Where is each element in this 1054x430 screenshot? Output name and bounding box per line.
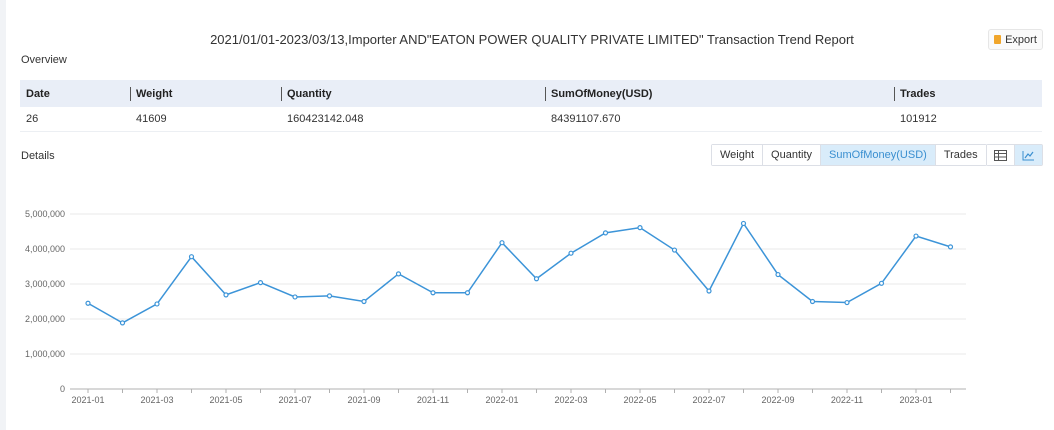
x-tick-label: 2022-07 (692, 395, 725, 405)
cell-sum-of-money: 84391107.670 (551, 113, 621, 125)
column-header-quantity: Quantity (281, 86, 545, 101)
export-icon (994, 35, 1002, 44)
cell-trades: 101912 (900, 113, 937, 125)
report-title: 2021/01/01-2023/03/13,Importer AND"EATON… (210, 32, 854, 47)
x-tick-label: 2022-05 (623, 395, 656, 405)
cell-weight: 41609 (136, 113, 167, 125)
sum-of-money-line-chart: 0 1,000,000 2,000,000 3,000,000 4,000,000 5,0… (25, 209, 966, 405)
y-tick-label: 5,000,000 (25, 209, 65, 219)
x-tick-label: 2021-09 (347, 395, 380, 405)
data-point (464, 290, 471, 296)
data-point (533, 276, 540, 282)
data-point (671, 247, 678, 253)
table-header-row: Date Weight Quantity SumOfMoney(USD) Tra… (20, 80, 1042, 107)
y-tick-label: 2,000,000 (25, 314, 65, 324)
cell-date: 26 (26, 113, 39, 125)
cell-quantity: 160423142.048 (287, 113, 364, 125)
x-tick-label: 2022-01 (485, 395, 518, 405)
table-row: 26 41609 160423142.048 84391107.670 1019… (20, 107, 1042, 132)
tab-trades[interactable]: Trades (934, 145, 986, 165)
data-point (223, 292, 229, 298)
x-tick-label: 2021-07 (278, 395, 311, 405)
data-point (637, 225, 643, 231)
data-point (326, 293, 333, 299)
data-point (154, 301, 160, 307)
data-point (499, 240, 505, 246)
details-label: Details (21, 150, 55, 162)
x-tick-label: 2021-11 (417, 395, 449, 405)
line-chart-view-button[interactable] (1014, 145, 1042, 165)
column-header-sum-of-money: SumOfMoney(USD) (545, 86, 894, 101)
x-tick-label: 2021-01 (71, 395, 104, 405)
data-point (395, 271, 402, 277)
view-toggle (986, 144, 1043, 166)
y-tick-label: 1,000,000 (25, 349, 65, 359)
x-tick-label: 2022-11 (831, 395, 863, 405)
x-tick-label: 2021-03 (140, 395, 173, 405)
data-point (913, 233, 919, 239)
table-view-icon (994, 149, 1007, 161)
data-point (947, 244, 954, 250)
column-header-weight: Weight (130, 86, 281, 101)
x-tick-label: 2022-09 (761, 395, 794, 405)
data-point (706, 288, 712, 294)
data-point (188, 254, 195, 260)
y-tick-label: 0 (60, 384, 65, 394)
metric-tabs: Weight Quantity SumOfMoney(USD) Trades (711, 144, 987, 166)
series-line (87, 221, 951, 324)
data-point (602, 230, 609, 236)
data-point (809, 298, 816, 305)
data-point (119, 320, 126, 326)
data-point (775, 271, 781, 278)
data-point (430, 290, 436, 296)
overview-table: Date Weight Quantity SumOfMoney(USD) Tra… (20, 80, 1042, 132)
column-header-trades: Trades (894, 86, 1042, 101)
export-button[interactable]: Export (988, 29, 1043, 50)
data-point (292, 294, 298, 300)
x-tick-label: 2021-05 (209, 395, 242, 405)
data-point (568, 250, 574, 256)
data-point (361, 298, 367, 305)
column-header-date: Date (26, 87, 50, 100)
table-view-button[interactable] (987, 145, 1014, 165)
data-point (740, 220, 747, 227)
y-tick-label: 4,000,000 (25, 244, 65, 254)
data-point (85, 300, 91, 306)
overview-label: Overview (21, 54, 67, 66)
data-point (878, 280, 885, 286)
x-tick-label: 2022-03 (554, 395, 587, 405)
data-point (844, 299, 850, 306)
data-point (257, 279, 264, 286)
y-tick-label: 3,000,000 (25, 279, 65, 289)
tab-quantity[interactable]: Quantity (762, 145, 821, 165)
x-tick-label: 2023-01 (899, 395, 932, 405)
tab-sum-of-money[interactable]: SumOfMoney(USD) (820, 145, 935, 165)
export-label: Export (1005, 33, 1037, 46)
tab-weight[interactable]: Weight (712, 145, 763, 165)
line-chart-view-icon (1022, 150, 1034, 160)
